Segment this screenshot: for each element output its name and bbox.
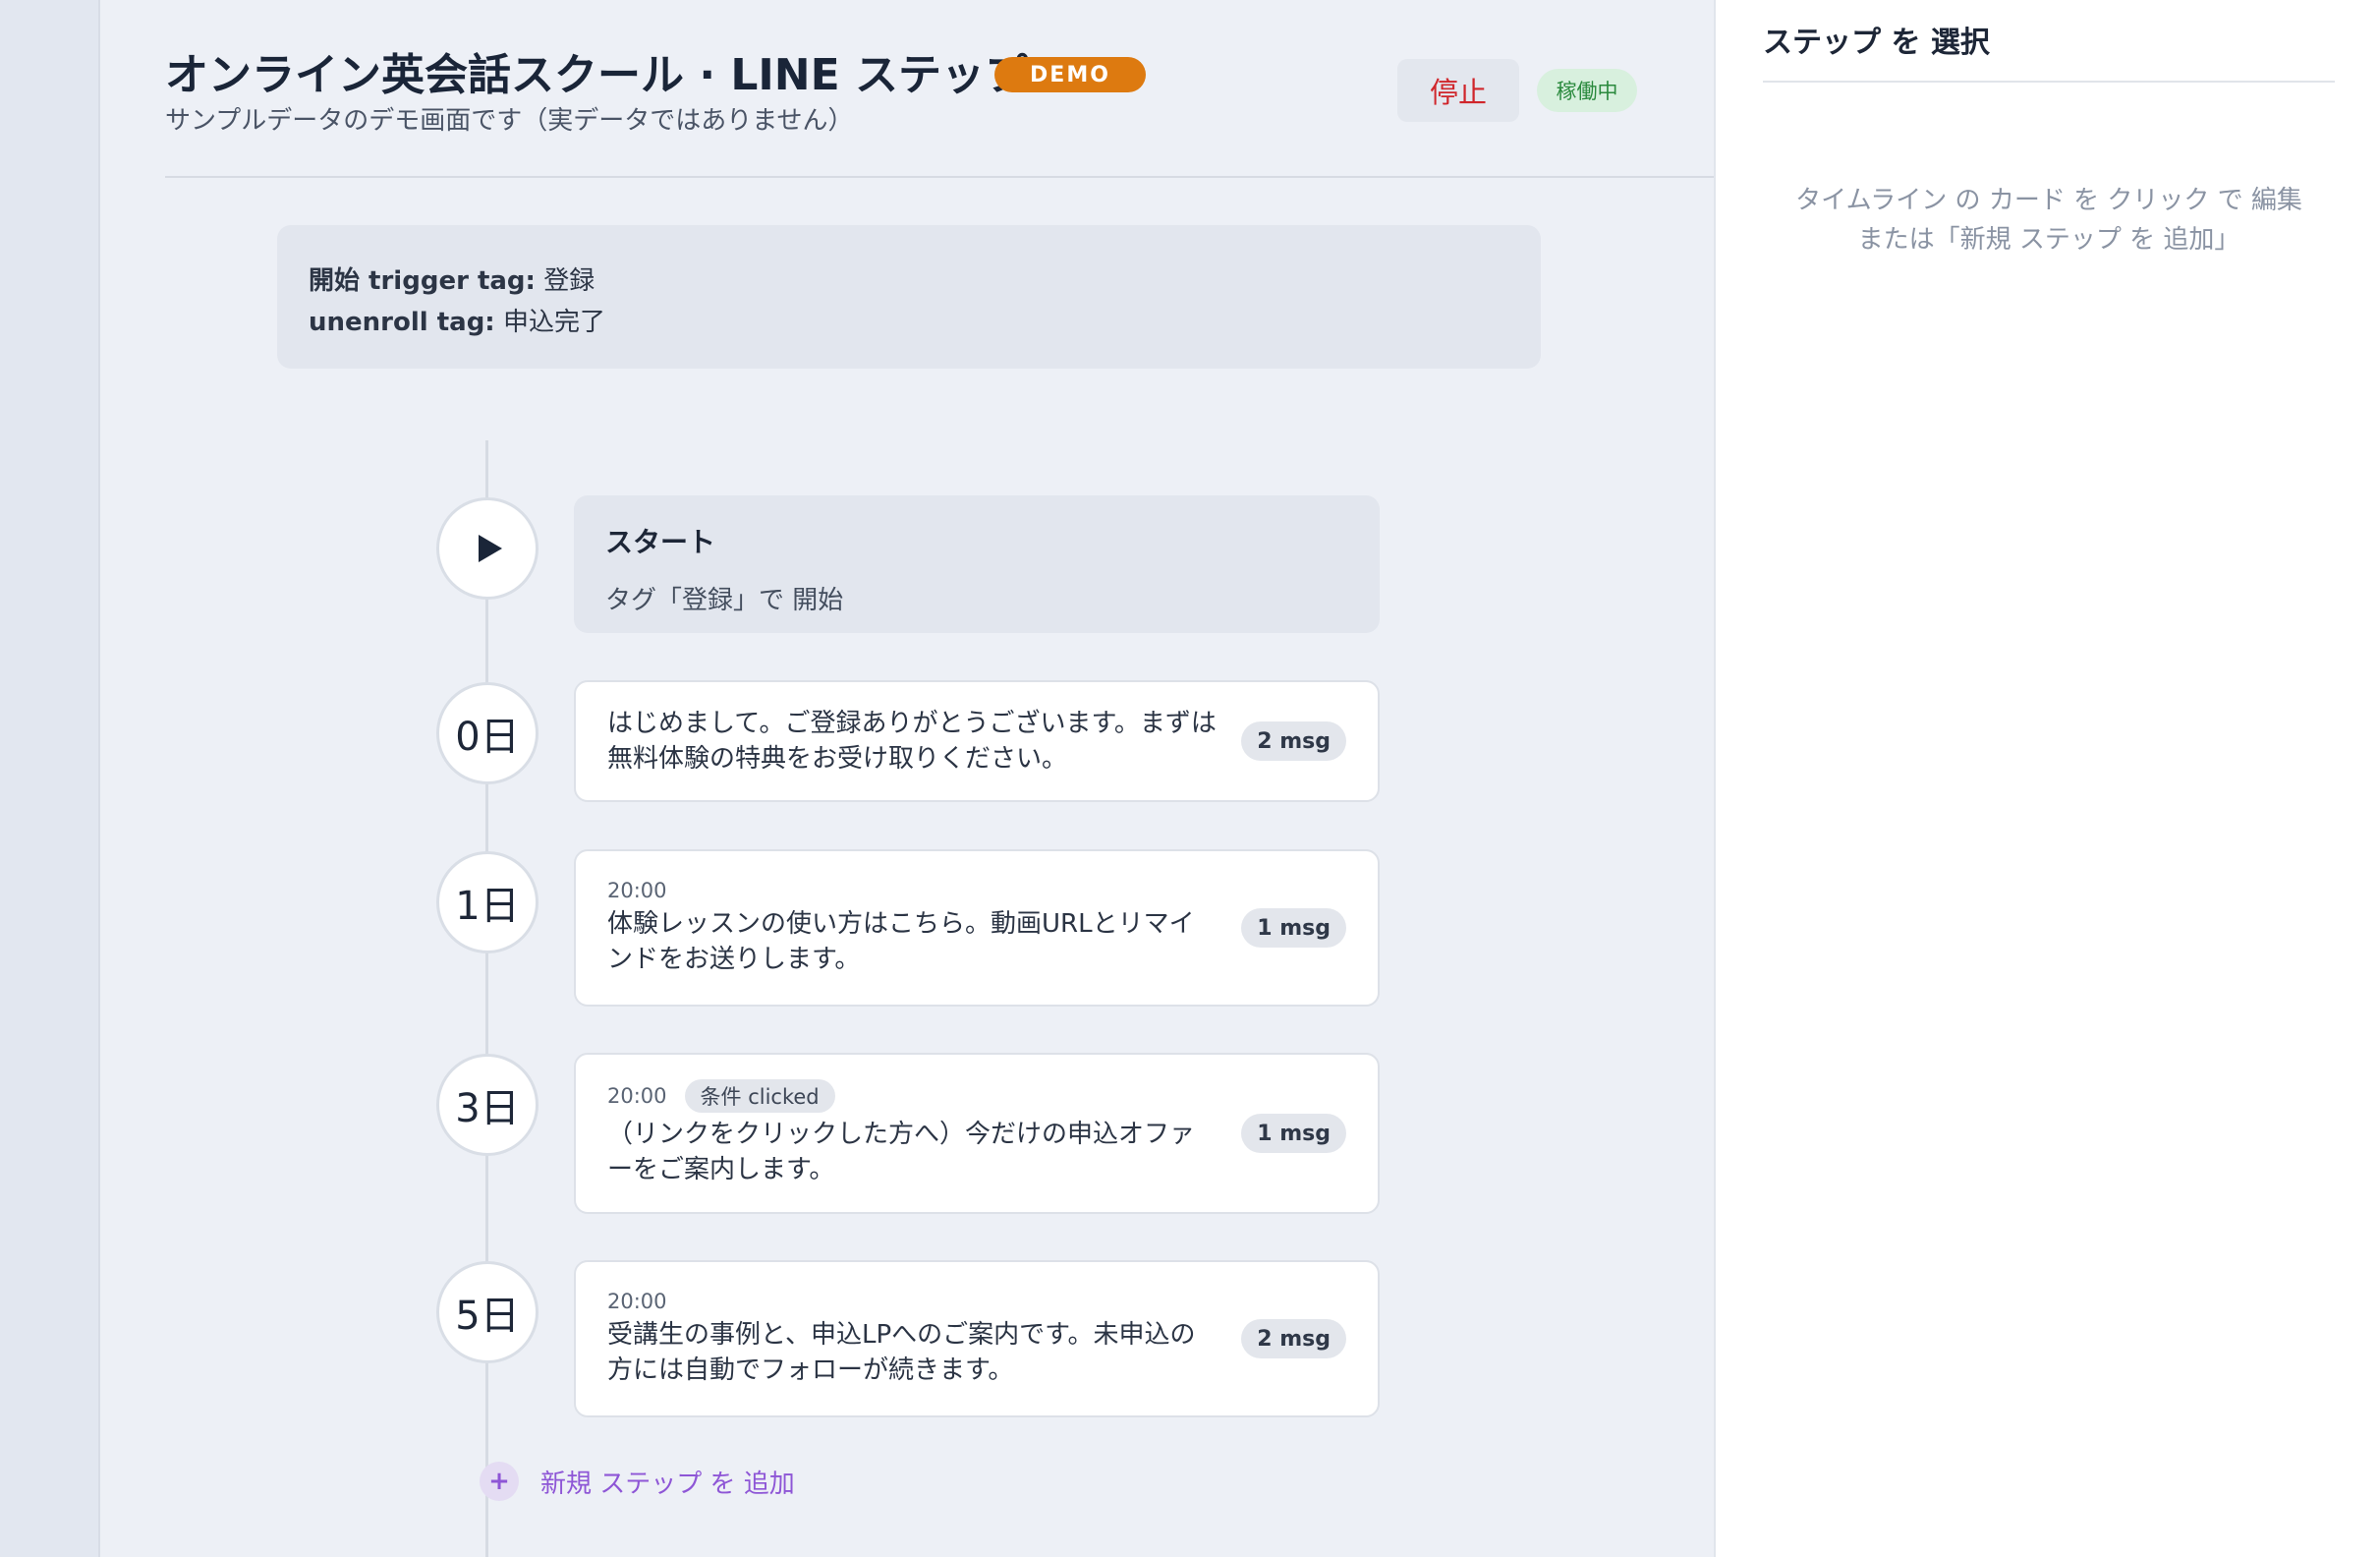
step-body: 20:00 体験レッスンの使い方はこちら。動画URLとリマインドをお送りします。 bbox=[607, 879, 1241, 977]
panel-title: ステップ を 選択 bbox=[1763, 26, 1990, 60]
start-card-title: スタート bbox=[605, 526, 716, 558]
step-message-text: 受講生の事例と、申込LPへのご案内です。未申込の方には自動でフォローが続きます。 bbox=[607, 1320, 1196, 1385]
step-card-day-0[interactable]: はじめまして。ご登録ありがとうございます。まずは無料体験の特典をお受け取りくださ… bbox=[574, 680, 1380, 802]
start-card-description: タグ「登録」で 開始 bbox=[605, 586, 844, 615]
plus-icon: + bbox=[480, 1462, 519, 1501]
start-node bbox=[436, 497, 538, 600]
panel-empty-hint: タイムライン の カード を クリック で 編集 または「新規 ステップ を 追… bbox=[1763, 181, 2335, 260]
message-count-badge: 2 msg bbox=[1241, 721, 1346, 761]
step-send-time: 20:00 bbox=[607, 879, 667, 902]
step-card-day-5[interactable]: 20:00 受講生の事例と、申込LPへのご案内です。未申込の方には自動でフォロー… bbox=[574, 1260, 1380, 1417]
message-count-badge: 2 msg bbox=[1241, 1319, 1346, 1358]
step-meta: 20:00 bbox=[607, 1290, 1218, 1313]
step-body: 20:00 条件 clicked （リンクをクリックした方へ）今だけの申込オファ… bbox=[607, 1079, 1241, 1187]
start-trigger-label: 開始 trigger tag: bbox=[309, 266, 536, 296]
panel-hint-line-1: タイムライン の カード を クリック で 編集 bbox=[1795, 186, 2302, 215]
step-send-time: 20:00 bbox=[607, 1084, 667, 1108]
left-rail bbox=[0, 0, 100, 1557]
panel-hint-line-2: または「新規 ステップ を 追加」 bbox=[1857, 225, 2240, 255]
add-step-label: 新規 ステップ を 追加 bbox=[540, 1469, 795, 1499]
day-node-3: 3日 bbox=[436, 1054, 538, 1156]
condition-badge: 条件 clicked bbox=[684, 1079, 835, 1113]
day-node-1: 1日 bbox=[436, 851, 538, 953]
page-title: オンライン英会話スクール · LINE ステップ bbox=[165, 50, 1028, 100]
main-content: オンライン英会話スクール · LINE ステップ DEMO サンプルデータのデモ… bbox=[102, 0, 1753, 1557]
play-icon bbox=[479, 535, 502, 562]
start-trigger-value: 登録 bbox=[543, 266, 595, 296]
start-card[interactable]: スタート タグ「登録」で 開始 bbox=[574, 495, 1380, 633]
trigger-info-box: 開始 trigger tag: 登録 unenroll tag: 申込完了 bbox=[277, 225, 1541, 369]
step-message-text: 体験レッスンの使い方はこちら。動画URLとリマインドをお送りします。 bbox=[607, 909, 1195, 974]
step-send-time: 20:00 bbox=[607, 1290, 667, 1313]
step-body: 20:00 受講生の事例と、申込LPへのご案内です。未申込の方には自動でフォロー… bbox=[607, 1290, 1241, 1388]
step-body: はじめまして。ご登録ありがとうございます。まずは無料体験の特典をお受け取りくださ… bbox=[607, 706, 1241, 777]
start-trigger-row: 開始 trigger tag: 登録 bbox=[309, 260, 1509, 302]
add-step-button[interactable]: + 新規 ステップ を 追加 bbox=[480, 1462, 795, 1501]
step-meta: 20:00 条件 clicked bbox=[607, 1079, 1218, 1113]
day-node-0: 0日 bbox=[436, 682, 538, 784]
status-badge: 稼働中 bbox=[1537, 69, 1637, 112]
header-divider bbox=[165, 176, 1753, 178]
page-subtitle: サンプルデータのデモ画面です（実データではありません） bbox=[165, 106, 854, 136]
step-card-day-3[interactable]: 20:00 条件 clicked （リンクをクリックした方へ）今だけの申込オファ… bbox=[574, 1053, 1380, 1214]
unenroll-trigger-row: unenroll tag: 申込完了 bbox=[309, 302, 1509, 343]
message-count-badge: 1 msg bbox=[1241, 908, 1346, 948]
step-message-text: はじめまして。ご登録ありがとうございます。まずは無料体験の特典をお受け取りくださ… bbox=[607, 709, 1217, 774]
step-card-day-1[interactable]: 20:00 体験レッスンの使い方はこちら。動画URLとリマインドをお送りします。… bbox=[574, 849, 1380, 1007]
step-message-text: （リンクをクリックした方へ）今だけの申込オファーをご案内します。 bbox=[607, 1120, 1196, 1184]
step-meta: 20:00 bbox=[607, 879, 1218, 902]
message-count-badge: 1 msg bbox=[1241, 1114, 1346, 1153]
timeline-line bbox=[485, 440, 488, 1557]
unenroll-trigger-value: 申込完了 bbox=[502, 308, 605, 337]
step-editor-panel: ステップ を 選択 タイムライン の カード を クリック で 編集 または「新… bbox=[1714, 0, 2380, 1557]
panel-divider bbox=[1763, 81, 2335, 83]
stop-button[interactable]: 停止 bbox=[1397, 59, 1519, 122]
unenroll-trigger-label: unenroll tag: bbox=[309, 308, 495, 337]
day-node-5: 5日 bbox=[436, 1261, 538, 1363]
demo-badge: DEMO bbox=[994, 57, 1146, 92]
